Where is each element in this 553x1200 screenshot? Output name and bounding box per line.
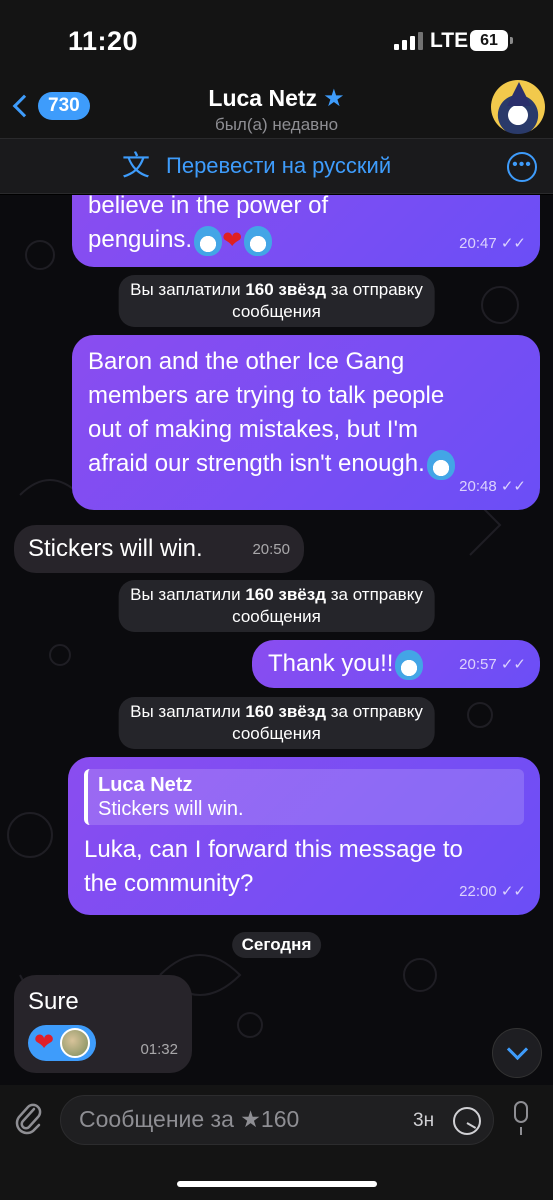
service-text: Вы заплатили <box>130 280 246 299</box>
message-meta: 20:48 ✓✓ <box>459 470 526 504</box>
network-label: LTE <box>430 29 469 52</box>
incoming-message[interactable]: Stickers will win. 20:50 <box>14 525 304 573</box>
double-check-icon: ✓✓ <box>500 235 526 252</box>
microphone-icon[interactable] <box>510 1101 532 1137</box>
avatar[interactable] <box>491 80 545 134</box>
message-text: the community? <box>84 870 254 897</box>
message-text: Sure <box>28 988 79 1015</box>
paid-notice: Вы заплатили 160 звёзд за отправку сообщ… <box>118 697 435 749</box>
double-check-icon: ✓✓ <box>500 478 526 495</box>
penguin-emoji-icon <box>194 225 223 256</box>
date-separator: Сегодня <box>231 932 322 958</box>
last-seen-status: был(а) недавно <box>214 115 339 134</box>
message-text: penguins. <box>88 226 193 253</box>
translate-bar: 文 Перевести на русский ••• <box>0 138 553 194</box>
more-options-button[interactable]: ••• <box>507 152 537 182</box>
composer: Сообщение за ★160 3н <box>0 1085 553 1200</box>
message-text: afraid our strength isn't enough. <box>88 450 425 477</box>
message-input-placeholder: Сообщение за ★160 <box>79 1106 300 1132</box>
message-text: believe in the power of <box>88 195 329 219</box>
chat-title-area[interactable]: Luca Netz ★ был(а) недавно <box>0 84 553 135</box>
message-meta: 20:57 ✓✓ <box>459 648 526 682</box>
message-list[interactable]: believe in the power of penguins. ❤ 20:47… <box>0 195 553 1085</box>
contact-name: Luca Netz <box>208 85 318 111</box>
heart-icon: ❤ <box>34 1029 55 1056</box>
double-check-icon: ✓✓ <box>500 656 526 673</box>
penguin-emoji-icon <box>426 449 455 480</box>
service-text: за отправку <box>326 702 423 721</box>
service-amount: 160 звёзд <box>245 702 327 721</box>
message-text: out of making mistakes, but I'm <box>88 416 419 443</box>
status-time: 11:20 <box>68 26 139 56</box>
message-text: Stickers will win. <box>28 535 203 562</box>
service-text: за отправку <box>326 585 423 604</box>
message-text: Thank you!! <box>268 650 394 677</box>
penguin-heart-emoji-icon <box>395 649 424 680</box>
scroll-down-button[interactable] <box>492 1028 542 1078</box>
service-amount: 160 звёзд <box>245 280 327 299</box>
message-text: Luka, can I forward this message to <box>84 836 463 863</box>
service-text: сообщения <box>232 724 321 743</box>
penguin-emoji-icon <box>244 225 273 256</box>
message-meta: 22:00 ✓✓ <box>459 875 526 909</box>
battery-icon: 61 <box>470 30 513 51</box>
service-text: за отправку <box>326 280 423 299</box>
translate-label: Перевести на русский <box>166 153 392 178</box>
message-text: members are trying to talk people <box>88 382 445 409</box>
home-indicator <box>177 1181 377 1187</box>
service-text: сообщения <box>232 607 321 626</box>
reply-text: Stickers will win. <box>98 798 244 820</box>
service-text: Вы заплатили <box>130 585 246 604</box>
premium-star-icon: ★ <box>323 85 345 112</box>
paid-notice: Вы заплатили 160 звёзд за отправку сообщ… <box>118 580 435 632</box>
message-time: 20:47 <box>459 235 497 252</box>
incoming-message[interactable]: Sure ❤ 01:32 <box>14 975 192 1073</box>
service-amount: 160 звёзд <box>245 585 327 604</box>
status-bar: 11:20 LTE 61 <box>0 0 553 78</box>
message-text: Baron and the other Ice Gang <box>88 348 405 375</box>
translate-button[interactable]: 文 Перевести на русский <box>122 152 391 180</box>
outgoing-message[interactable]: Luca Netz Stickers will win. Luka, can I… <box>68 757 540 915</box>
autodelete-timer-label: 3н <box>413 1110 435 1131</box>
ellipsis-icon: ••• <box>512 156 532 173</box>
message-input[interactable]: Сообщение за ★160 3н <box>60 1095 494 1145</box>
reactor-avatar <box>60 1028 91 1058</box>
paperclip-icon[interactable] <box>14 1101 44 1137</box>
reaction-heart[interactable]: ❤ <box>28 1025 97 1061</box>
service-text: Вы заплатили <box>130 702 246 721</box>
service-text: сообщения <box>232 302 321 321</box>
translate-icon: 文 <box>122 150 151 181</box>
paid-notice: Вы заплатили 160 звёзд за отправку сообщ… <box>118 275 435 327</box>
message-time: 20:57 <box>459 656 497 673</box>
signal-icon <box>394 32 424 50</box>
outgoing-message[interactable]: Thank you!! 20:57 ✓✓ <box>252 640 540 688</box>
chat-header: 730 Luca Netz ★ был(а) недавно <box>0 78 553 138</box>
heart-emoji-icon: ❤ <box>222 226 243 254</box>
outgoing-message[interactable]: believe in the power of penguins. ❤ 20:47… <box>72 195 540 267</box>
message-meta: 20:47 ✓✓ <box>459 227 526 261</box>
outgoing-message[interactable]: Baron and the other Ice Gang members are… <box>72 335 540 510</box>
double-check-icon: ✓✓ <box>500 883 526 900</box>
message-time: 22:00 <box>459 883 497 900</box>
message-time: 20:48 <box>459 478 497 495</box>
message-time: 01:32 <box>140 1041 178 1058</box>
message-time: 20:50 <box>252 541 290 558</box>
reply-author: Luca Netz <box>98 774 193 796</box>
reply-quote[interactable]: Luca Netz Stickers will win. <box>84 769 524 825</box>
timer-icon[interactable] <box>453 1107 481 1135</box>
